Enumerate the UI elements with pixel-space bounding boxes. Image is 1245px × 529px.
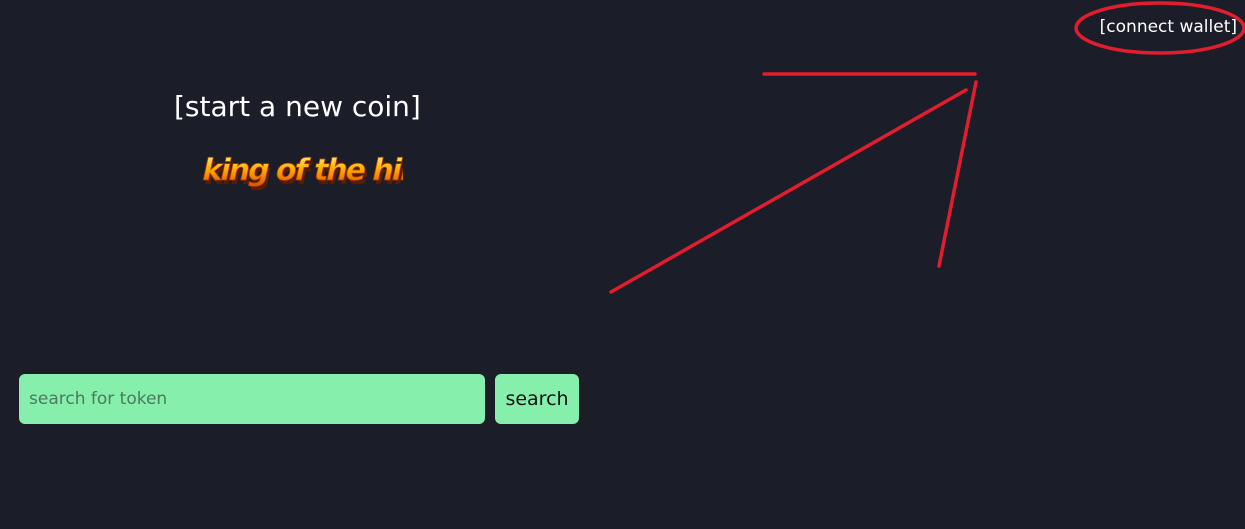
annotation-arrow-shaft (609, 88, 968, 294)
king-logo-text: king of the hill (199, 153, 403, 188)
search-input[interactable] (19, 374, 485, 424)
page: [connect wallet] [start a new coin] king… (0, 0, 1245, 529)
red-annotation-overlay (609, 1, 1245, 294)
annotation-arrow-side-stroke (937, 80, 978, 268)
start-new-coin-link[interactable]: [start a new coin] (174, 90, 421, 124)
connect-wallet-button[interactable]: [connect wallet] (1100, 16, 1237, 38)
king-of-the-hill-logo[interactable]: king of the hill king of the hill (193, 146, 403, 198)
search-button[interactable]: search (495, 374, 579, 424)
